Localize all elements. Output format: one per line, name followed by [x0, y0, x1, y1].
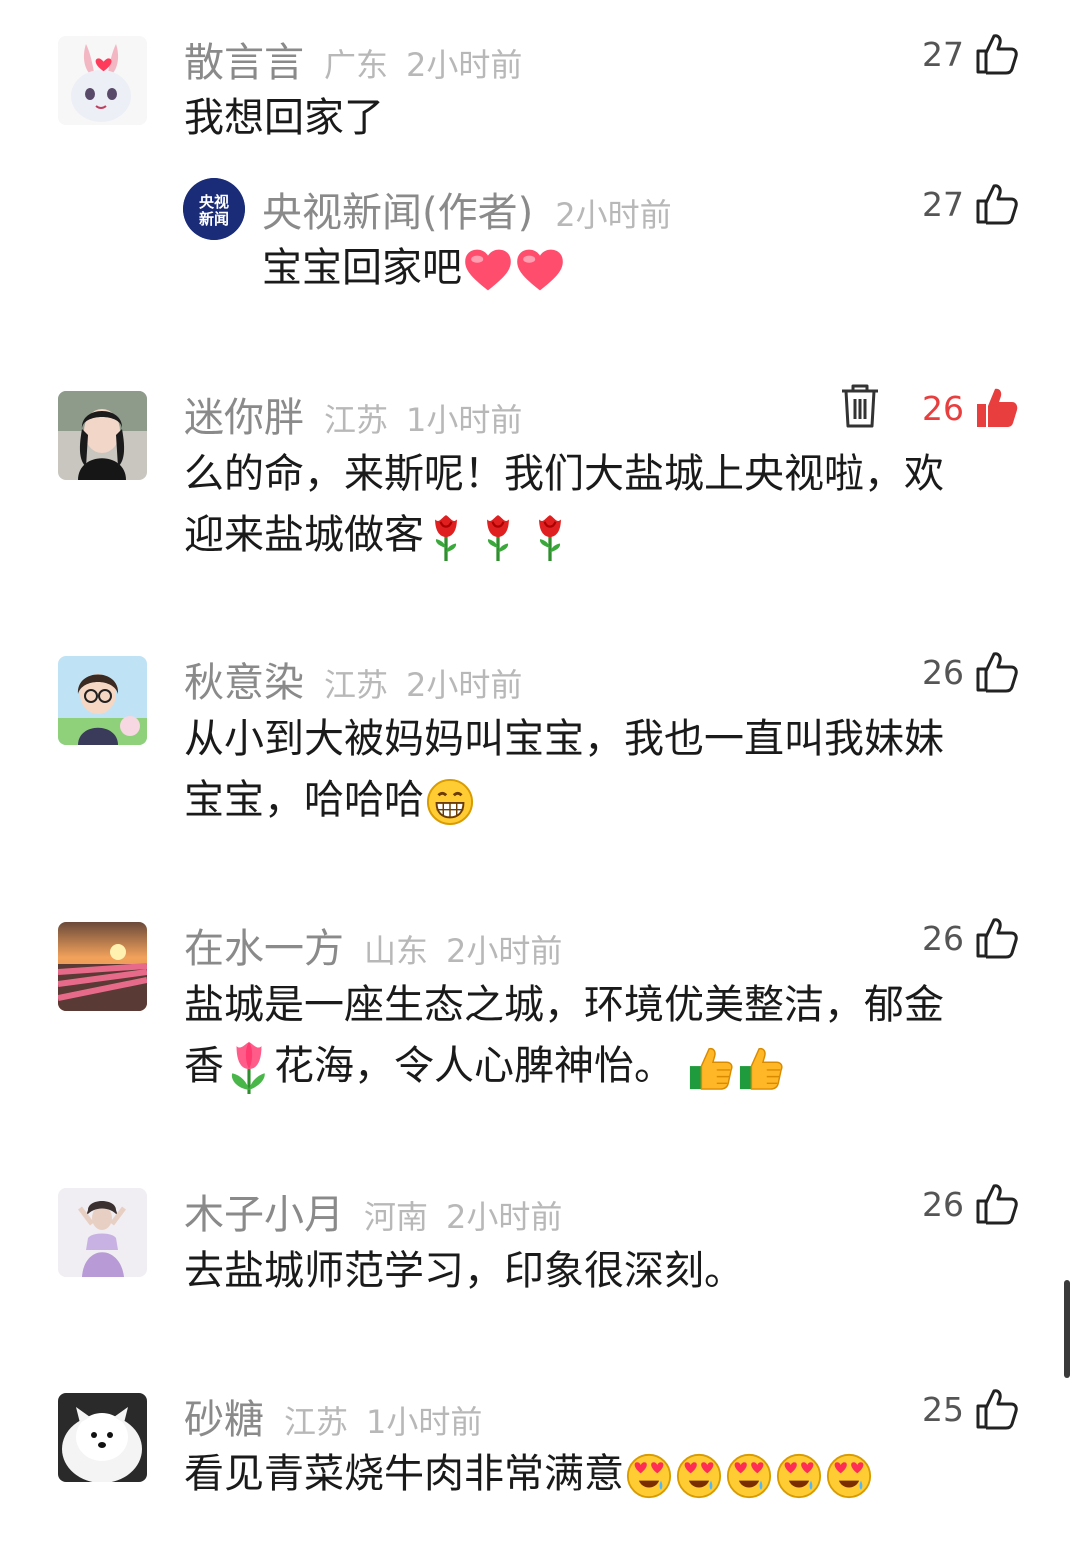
username[interactable]: 木子小月	[184, 1182, 344, 1240]
avatar[interactable]	[58, 1393, 147, 1482]
comment-text: 我想回家了	[184, 95, 384, 141]
like-count: 25	[922, 1389, 964, 1429]
rose-emoji	[478, 513, 518, 561]
location: 江苏	[324, 401, 389, 439]
heart-eyes-emoji	[776, 1453, 822, 1499]
reply-meta: 央视新闻(作者) 2小时前	[262, 180, 672, 236]
rose-emoji	[426, 513, 466, 561]
timestamp: 1小时前	[366, 1403, 483, 1441]
username[interactable]: 砂糖	[184, 1387, 264, 1445]
comment-text-line: 盐城是一座生态之城，环境优美整洁，郁金	[184, 982, 944, 1028]
thumbs-up-emoji	[688, 1045, 734, 1091]
thumbs-up-icon	[974, 182, 1018, 226]
comment-text-line: 么的命，来斯呢！我们大盐城上央视啦，欢	[184, 451, 944, 497]
location: 山东	[364, 932, 429, 970]
like-button[interactable]: 26	[922, 646, 1018, 698]
like-count: 26	[922, 918, 964, 958]
avatar[interactable]	[58, 391, 147, 480]
comment-text: 去盐城师范学习，印象很深刻。	[184, 1248, 744, 1294]
grin-emoji	[426, 778, 474, 826]
thumbs-up-icon	[974, 650, 1018, 694]
heart-eyes-emoji	[726, 1453, 772, 1499]
location: 广东	[324, 46, 389, 84]
username[interactable]: 秋意染	[184, 650, 304, 708]
comment-text-line: 香 花海，令人心脾神怡。	[184, 1036, 1014, 1097]
thumbs-up-emoji	[738, 1045, 784, 1091]
heart-eyes-emoji	[676, 1453, 722, 1499]
reply-text-content: 宝宝回家吧	[262, 245, 462, 291]
comment-text-part: 看见青菜烧牛肉非常满意	[184, 1451, 624, 1497]
location: 江苏	[324, 666, 389, 704]
location: 河南	[364, 1198, 429, 1236]
avatar[interactable]	[58, 922, 147, 1011]
reply-like-button[interactable]: 27	[922, 178, 1018, 230]
comment-meta: 秋意染 江苏 2小时前	[184, 650, 522, 706]
like-button[interactable]: 26	[922, 1178, 1018, 1230]
comment-text: 从小到大被妈妈叫宝宝，我也一直叫我妹妹 宝宝，哈哈哈	[184, 709, 1014, 831]
comment-text-line: 迎来盐城做客	[184, 505, 1014, 566]
like-button[interactable]: 25	[922, 1383, 1018, 1435]
comment-text: 么的命，来斯呢！我们大盐城上央视啦，欢 迎来盐城做客	[184, 444, 1014, 566]
thumbs-up-icon	[974, 32, 1018, 76]
reply-timestamp: 2小时前	[555, 196, 672, 234]
location: 江苏	[284, 1403, 349, 1441]
thumbs-up-icon	[974, 1182, 1018, 1226]
reply-username[interactable]: 央视新闻(作者)	[262, 180, 533, 238]
thumbs-up-icon	[974, 386, 1018, 430]
heart-emoji	[464, 248, 512, 292]
comment-text-part: 迎来盐城做客	[184, 512, 424, 558]
comment-text: 盐城是一座生态之城，环境优美整洁，郁金 香 花海，令人心脾神怡。	[184, 975, 1014, 1097]
username[interactable]: 迷你胖	[184, 385, 304, 443]
like-button[interactable]: 26	[922, 382, 1018, 434]
avatar[interactable]	[58, 36, 147, 125]
like-count: 27	[922, 34, 964, 74]
like-count: 26	[922, 652, 964, 692]
like-count: 26	[922, 1184, 964, 1224]
like-count: 26	[922, 388, 964, 428]
comment-text-line: 从小到大被妈妈叫宝宝，我也一直叫我妹妹	[184, 716, 944, 762]
username[interactable]: 在水一方	[184, 916, 344, 974]
comment-meta: 散言言 广东 2小时前	[184, 30, 522, 86]
comment-text-part: 香	[184, 1043, 224, 1089]
like-button[interactable]: 27	[922, 28, 1018, 80]
timestamp: 1小时前	[406, 401, 523, 439]
scrollbar[interactable]	[1064, 1280, 1070, 1378]
comment-meta: 木子小月 河南 2小时前	[184, 1182, 562, 1238]
comment-text-part: 宝宝，哈哈哈	[184, 777, 424, 823]
comment-text: 看见青菜烧牛肉非常满意	[184, 1444, 1014, 1505]
thumbs-up-icon	[974, 1387, 1018, 1431]
timestamp: 2小时前	[406, 666, 523, 704]
heart-eyes-emoji	[626, 1453, 672, 1499]
comment-text-part: 花海，令人心脾神怡。	[274, 1043, 674, 1089]
svg-text:新闻: 新闻	[199, 210, 229, 228]
like-button[interactable]: 26	[922, 912, 1018, 964]
reply-avatar[interactable]: 央视 新闻	[183, 178, 245, 240]
comment-meta: 砂糖 江苏 1小时前	[184, 1387, 482, 1443]
svg-text:央视: 央视	[199, 193, 229, 211]
thumbs-up-icon	[974, 916, 1018, 960]
trash-icon[interactable]	[838, 382, 882, 430]
timestamp: 2小时前	[406, 46, 523, 84]
heart-emoji	[516, 248, 564, 292]
reply-text: 宝宝回家吧	[262, 238, 566, 299]
timestamp: 2小时前	[446, 1198, 563, 1236]
comment-text-line: 宝宝，哈哈哈	[184, 770, 1014, 831]
heart-eyes-emoji	[826, 1453, 872, 1499]
avatar[interactable]	[58, 1188, 147, 1277]
comment-meta: 在水一方 山东 2小时前	[184, 916, 562, 972]
comment-meta: 迷你胖 江苏 1小时前	[184, 385, 522, 441]
avatar[interactable]	[58, 656, 147, 745]
tulip-emoji	[226, 1042, 272, 1094]
timestamp: 2小时前	[446, 932, 563, 970]
reply-like-count: 27	[922, 184, 964, 224]
username[interactable]: 散言言	[184, 30, 304, 88]
rose-emoji	[530, 513, 570, 561]
